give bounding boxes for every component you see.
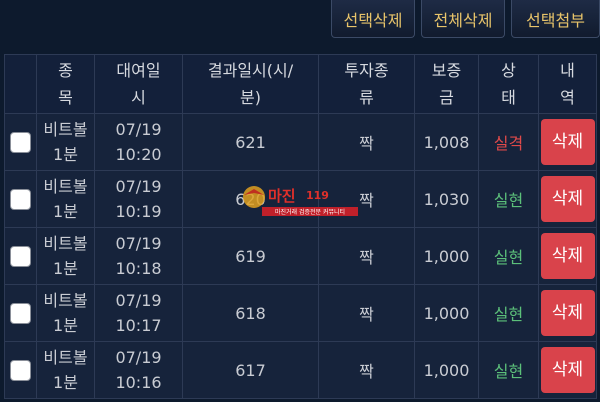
- date-cell: 07/19 10:18: [94, 227, 183, 285]
- header-status: 상태: [478, 54, 539, 114]
- bet-kind-cell: 짝: [318, 284, 415, 342]
- action-cell: 삭제: [538, 227, 597, 285]
- header-details: 내역: [538, 54, 597, 114]
- date-cell: 07/19 10:20: [94, 113, 183, 171]
- row-select-cell: [4, 227, 37, 285]
- table-row: 비트볼 1분 07/19 10:16 617 짝 1,000 실현 삭제: [4, 341, 597, 399]
- round-cell: 618: [182, 284, 319, 342]
- action-cell: 삭제: [538, 341, 597, 399]
- header-date: 대여일 시: [94, 54, 183, 114]
- deposit-cell: 1,000: [414, 227, 479, 285]
- deposit-cell: 1,000: [414, 284, 479, 342]
- header-deposit: 보증 금: [414, 54, 479, 114]
- header-select: [4, 54, 37, 114]
- row-checkbox[interactable]: [10, 302, 31, 324]
- bet-kind-cell: 짝: [318, 341, 415, 399]
- status-cell: 실현: [478, 227, 539, 285]
- deposit-cell: 1,030: [414, 170, 479, 228]
- select-attach-button[interactable]: 선택첨부: [511, 0, 600, 38]
- game-type-cell: 비트볼 1분: [36, 113, 95, 171]
- table-row: 비트볼 1분 07/19 10:20 621 짝 1,008 실격 삭제: [4, 113, 597, 171]
- row-checkbox[interactable]: [10, 245, 31, 267]
- row-checkbox[interactable]: [10, 188, 31, 210]
- bet-kind-cell: 짝: [318, 113, 415, 171]
- delete-button[interactable]: 삭제: [540, 233, 595, 279]
- game-type-cell: 비트볼 1분: [36, 227, 95, 285]
- status-cell: 실현: [478, 170, 539, 228]
- row-checkbox[interactable]: [10, 131, 31, 153]
- deposit-cell: 1,000: [414, 341, 479, 399]
- bet-kind-cell: 짝: [318, 170, 415, 228]
- action-cell: 삭제: [538, 113, 597, 171]
- select-delete-button[interactable]: 선택삭제: [331, 0, 415, 38]
- table-row: 비트볼 1분 07/19 10:18 619 짝 1,000 실현 삭제: [4, 227, 597, 285]
- row-select-cell: [4, 284, 37, 342]
- game-type-cell: 비트볼 1분: [36, 341, 95, 399]
- action-cell: 삭제: [538, 284, 597, 342]
- round-cell: 617: [182, 341, 319, 399]
- row-checkbox[interactable]: [10, 359, 31, 381]
- bet-kind-cell: 짝: [318, 227, 415, 285]
- table-row: 비트볼 1분 07/19 10:19 620 짝 1,030 실현 삭제: [4, 170, 597, 228]
- status-cell: 실현: [478, 284, 539, 342]
- table-header-row: 종목 대여일 시 결과일시(시/분) 투자종 류 보증 금 상태 내역: [4, 54, 597, 114]
- delete-button[interactable]: 삭제: [540, 347, 595, 393]
- round-cell: 619: [182, 227, 319, 285]
- delete-all-button[interactable]: 전체삭제: [421, 0, 505, 38]
- delete-button[interactable]: 삭제: [540, 290, 595, 336]
- round-cell: 620: [182, 170, 319, 228]
- header-result-time: 결과일시(시/분): [182, 54, 319, 114]
- delete-button[interactable]: 삭제: [540, 119, 595, 165]
- date-cell: 07/19 10:19: [94, 170, 183, 228]
- game-type-cell: 비트볼 1분: [36, 170, 95, 228]
- table-row: 비트볼 1분 07/19 10:17 618 짝 1,000 실현 삭제: [4, 284, 597, 342]
- row-select-cell: [4, 113, 37, 171]
- deposit-cell: 1,008: [414, 113, 479, 171]
- date-cell: 07/19 10:16: [94, 341, 183, 399]
- row-select-cell: [4, 170, 37, 228]
- header-bet-kind: 투자종 류: [318, 54, 415, 114]
- delete-button[interactable]: 삭제: [540, 176, 595, 222]
- row-select-cell: [4, 341, 37, 399]
- action-cell: 삭제: [538, 170, 597, 228]
- round-cell: 621: [182, 113, 319, 171]
- date-cell: 07/19 10:17: [94, 284, 183, 342]
- status-cell: 실격: [478, 113, 539, 171]
- status-cell: 실현: [478, 341, 539, 399]
- toolbar: 선택삭제 전체삭제 선택첨부: [331, 0, 600, 40]
- game-type-cell: 비트볼 1분: [36, 284, 95, 342]
- header-game-type: 종목: [36, 54, 95, 114]
- history-table: 종목 대여일 시 결과일시(시/분) 투자종 류 보증 금 상태 내역 비트볼 1분 07…: [4, 54, 597, 399]
